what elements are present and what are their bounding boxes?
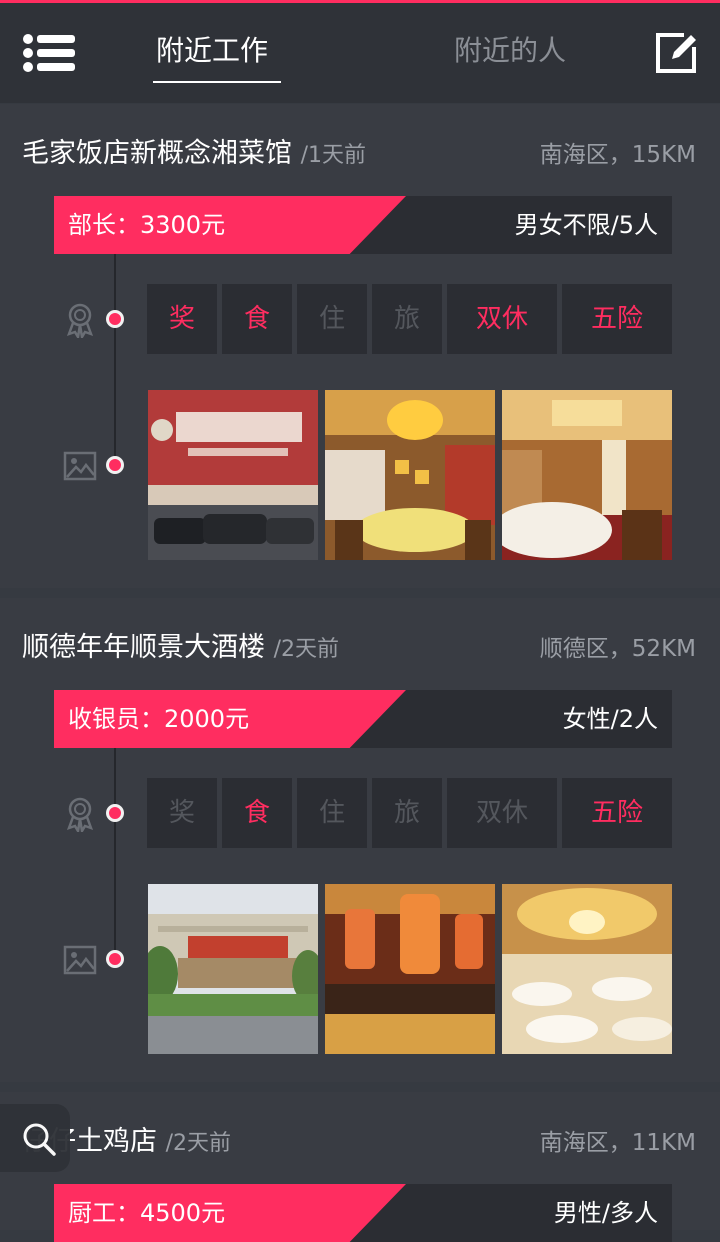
salary-bar: 厨工：4500元 男性/多人 xyxy=(54,1184,672,1242)
active-tab-indicator xyxy=(153,81,281,83)
benefit-housing: 住 xyxy=(297,778,367,848)
tab-nearby-jobs[interactable]: 附近工作 xyxy=(156,31,268,71)
benefit-weekends-off: 双休 xyxy=(447,778,557,848)
search-icon xyxy=(23,1123,56,1156)
benefit-meals: 食 xyxy=(222,778,292,848)
posted-time: /2天前 xyxy=(273,637,340,662)
salary-bar: 部长：3300元 男女不限/5人 xyxy=(54,196,672,254)
edit-icon[interactable] xyxy=(654,31,698,75)
job-card[interactable]: 仔仔土鸡店 /2天前 南海区，11KM 厨工：4500元 男性/多人 xyxy=(0,1092,720,1242)
award-ribbon-icon xyxy=(66,303,94,338)
restaurant-name: 顺德年年顺景大酒楼 xyxy=(22,632,265,663)
tab-nearby-people[interactable]: 附近的人 xyxy=(454,31,566,71)
posted-time: /1天前 xyxy=(300,143,367,168)
job-card[interactable]: 毛家饭店新概念湘菜馆 /1天前 南海区，15KM 部长：3300元 男女不限/5… xyxy=(0,104,720,588)
storefront-photo[interactable] xyxy=(148,390,318,560)
timeline-line xyxy=(114,254,116,464)
position-salary: 厨工：4500元 xyxy=(68,1199,226,1227)
position-salary: 收银员：2000元 xyxy=(68,705,250,733)
benefit-bonus: 奖 xyxy=(147,284,217,354)
benefit-housing: 住 xyxy=(297,284,367,354)
dining-room-photo[interactable] xyxy=(325,390,495,560)
hiring-requirement: 女性/2人 xyxy=(562,705,658,733)
timeline-dot xyxy=(106,456,124,474)
timeline-dot xyxy=(106,804,124,822)
posted-time: /2天前 xyxy=(165,1131,232,1156)
top-navigation-bar: 附近工作 附近的人 xyxy=(0,3,720,103)
image-gallery-icon xyxy=(63,945,97,975)
job-location: 南海区，11KM xyxy=(539,1130,696,1156)
job-card[interactable]: 顺德年年顺景大酒楼 /2天前 顺德区，52KM 收银员：2000元 女性/2人 … xyxy=(0,598,720,1082)
banquet-hall-photo[interactable] xyxy=(502,884,672,1054)
restaurant-name: 毛家饭店新概念湘菜馆 xyxy=(22,138,292,169)
benefit-insurance: 五险 xyxy=(562,778,672,848)
hiring-requirement: 男女不限/5人 xyxy=(514,211,658,239)
benefit-travel: 旅 xyxy=(372,284,442,354)
search-button[interactable] xyxy=(0,1104,70,1172)
menu-list-icon[interactable] xyxy=(22,33,78,73)
job-location: 顺德区，52KM xyxy=(539,636,696,662)
job-location: 南海区，15KM xyxy=(539,142,696,168)
timeline-line xyxy=(114,748,116,958)
timeline-dot xyxy=(106,950,124,968)
benefit-travel: 旅 xyxy=(372,778,442,848)
position-salary: 部长：3300元 xyxy=(68,211,226,239)
benefit-insurance: 五险 xyxy=(562,284,672,354)
timeline-dot xyxy=(106,310,124,328)
lantern-interior-photo[interactable] xyxy=(325,884,495,1054)
job-title: 毛家饭店新概念湘菜馆 /1天前 xyxy=(22,134,366,176)
banquet-hall-photo[interactable] xyxy=(502,390,672,560)
benefit-meals: 食 xyxy=(222,284,292,354)
benefit-bonus: 奖 xyxy=(147,778,217,848)
job-title: 顺德年年顺景大酒楼 /2天前 xyxy=(22,628,339,670)
building-photo[interactable] xyxy=(148,884,318,1054)
award-ribbon-icon xyxy=(66,797,94,832)
salary-bar: 收银员：2000元 女性/2人 xyxy=(54,690,672,748)
hiring-requirement: 男性/多人 xyxy=(553,1199,658,1227)
image-gallery-icon xyxy=(63,451,97,481)
benefit-weekends-off: 双休 xyxy=(447,284,557,354)
